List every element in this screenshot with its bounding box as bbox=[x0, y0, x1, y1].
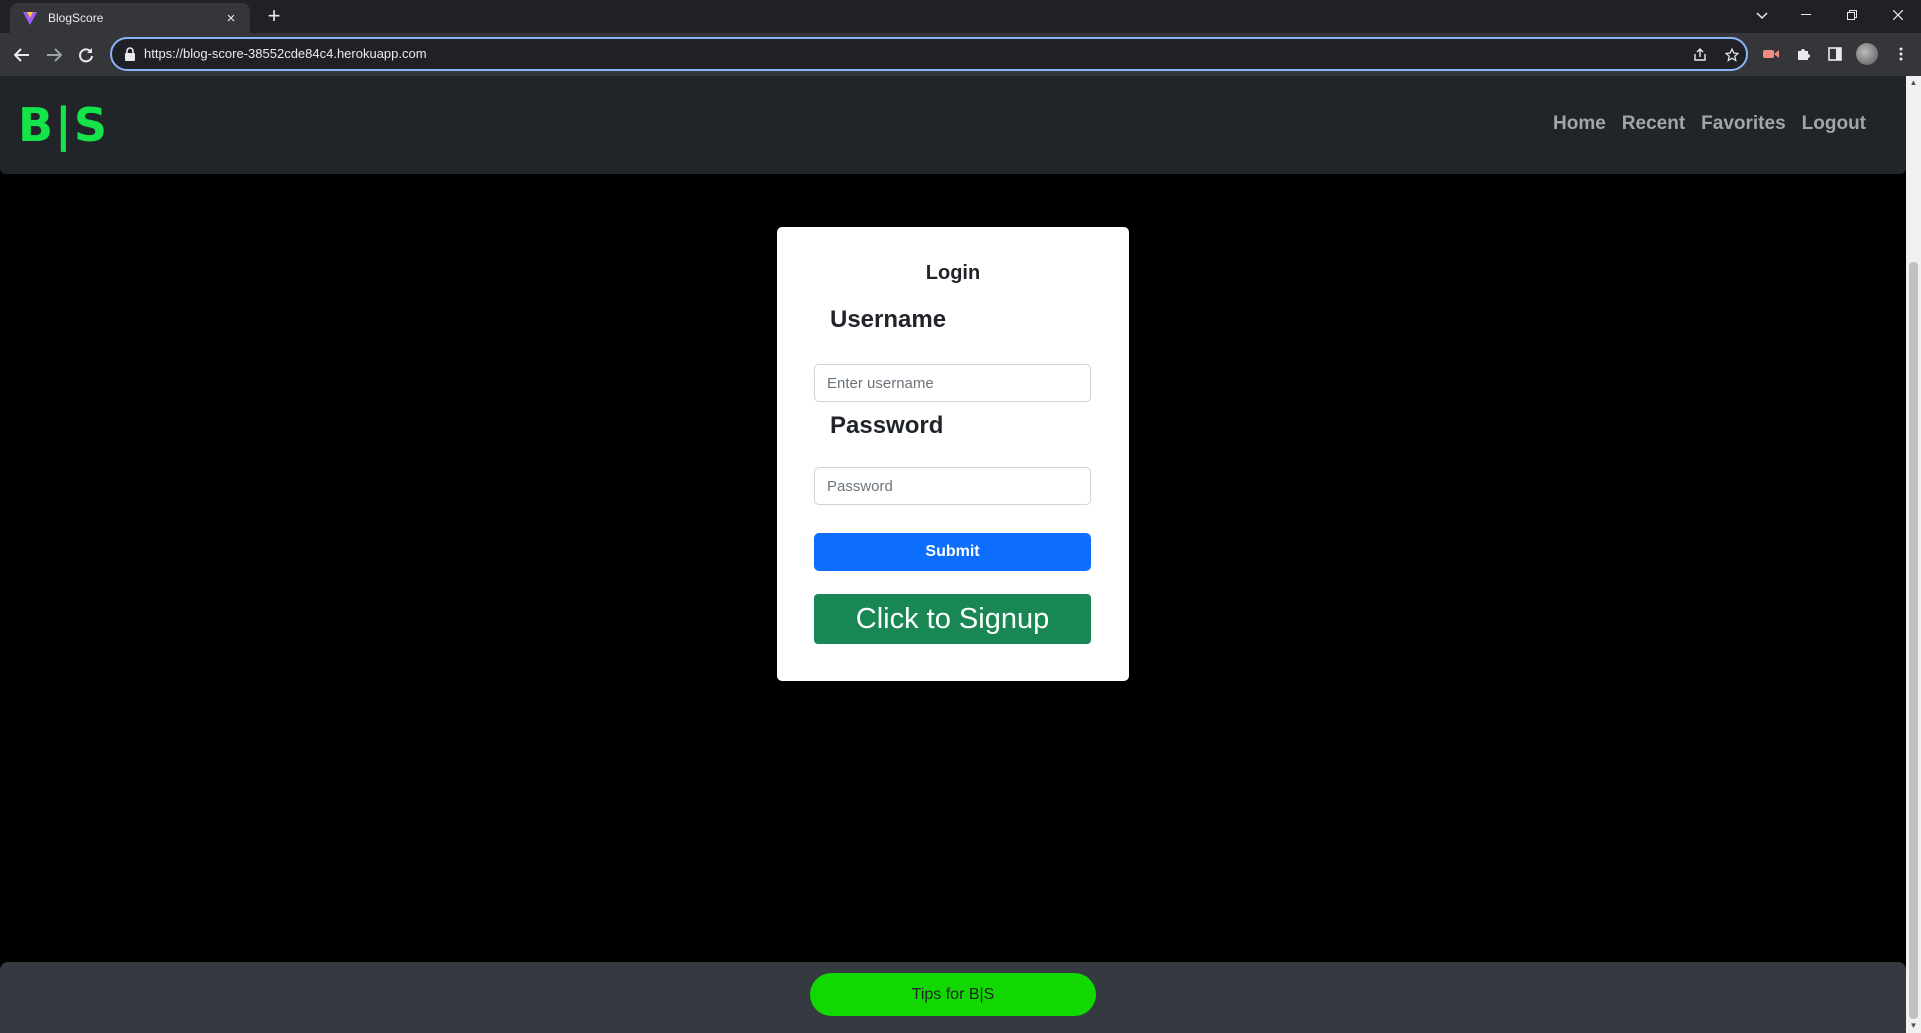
username-input[interactable] bbox=[814, 364, 1091, 402]
tab-close-icon[interactable]: × bbox=[222, 10, 240, 27]
side-panel-icon[interactable] bbox=[1824, 43, 1846, 65]
browser-tab[interactable]: BlogScore × bbox=[10, 3, 250, 33]
address-bar[interactable]: https://blog-score-38552cde84c4.herokuap… bbox=[110, 37, 1748, 71]
login-card: Login Username Password Submit Click to … bbox=[777, 227, 1129, 681]
window-controls bbox=[1783, 0, 1921, 30]
password-label: Password bbox=[830, 412, 944, 439]
site-footer: Tips for B|S bbox=[0, 962, 1906, 1033]
tab-search-chevron-icon[interactable] bbox=[1747, 4, 1777, 28]
nav-link-recent[interactable]: Recent bbox=[1622, 113, 1685, 135]
url-text: https://blog-score-38552cde84c4.herokuap… bbox=[144, 46, 427, 61]
site-favicon-icon bbox=[22, 10, 38, 26]
scroll-down-arrow-icon[interactable]: ▼ bbox=[1906, 1019, 1921, 1033]
site-navbar: B|S Home Recent Favorites Logout bbox=[0, 76, 1906, 174]
window-close-icon[interactable] bbox=[1875, 0, 1921, 30]
nav-link-home[interactable]: Home bbox=[1553, 113, 1606, 135]
reload-icon[interactable] bbox=[72, 41, 100, 69]
profile-avatar[interactable] bbox=[1856, 43, 1878, 65]
more-menu-icon[interactable] bbox=[1890, 43, 1912, 65]
username-label: Username bbox=[830, 306, 947, 333]
submit-button[interactable]: Submit bbox=[814, 533, 1091, 571]
browser-tab-bar: BlogScore × + bbox=[0, 0, 1921, 33]
minimize-icon[interactable] bbox=[1783, 0, 1829, 30]
password-input[interactable] bbox=[814, 467, 1091, 505]
signup-button[interactable]: Click to Signup bbox=[814, 594, 1091, 644]
back-arrow-icon[interactable] bbox=[8, 41, 36, 69]
nav-links: Home Recent Favorites Logout bbox=[1553, 113, 1866, 135]
new-tab-button[interactable]: + bbox=[262, 5, 286, 29]
tab-title: BlogScore bbox=[48, 11, 104, 25]
extensions-puzzle-icon[interactable] bbox=[1792, 43, 1814, 65]
scroll-up-arrow-icon[interactable]: ▲ bbox=[1906, 76, 1921, 90]
scrollbar-thumb[interactable] bbox=[1909, 262, 1918, 1019]
nav-link-logout[interactable]: Logout bbox=[1802, 113, 1866, 135]
page-scrollbar[interactable]: ▲ ▼ bbox=[1906, 76, 1921, 1033]
bookmark-star-icon[interactable] bbox=[1722, 45, 1742, 65]
share-icon[interactable] bbox=[1690, 45, 1710, 65]
page-viewport: B|S Home Recent Favorites Logout Login U… bbox=[0, 76, 1906, 1033]
login-title: Login bbox=[925, 262, 981, 284]
nav-link-favorites[interactable]: Favorites bbox=[1701, 113, 1785, 135]
lock-icon bbox=[124, 47, 138, 63]
extension-record-icon[interactable] bbox=[1760, 43, 1782, 65]
tips-button[interactable]: Tips for B|S bbox=[810, 973, 1096, 1016]
browser-toolbar: https://blog-score-38552cde84c4.herokuap… bbox=[0, 33, 1921, 76]
restore-icon[interactable] bbox=[1829, 0, 1875, 30]
forward-arrow-icon[interactable] bbox=[40, 41, 68, 69]
site-logo[interactable]: B|S bbox=[18, 98, 109, 152]
